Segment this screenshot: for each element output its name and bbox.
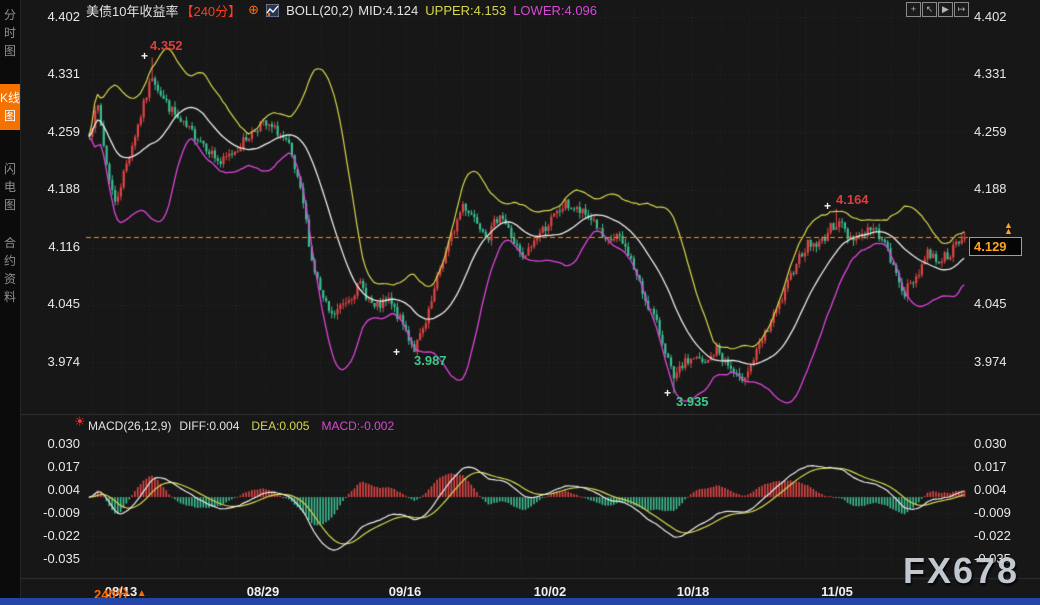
price-tick-right: 3.974 [974,354,1032,369]
boll-upper-value: UPPER:4.153 [425,3,506,18]
swing-low-annotation: 3.987 [414,353,447,368]
macd-tick-left: 0.017 [22,459,80,474]
price-tick-right: 4.045 [974,296,1032,311]
swing-high-annotation: 4.352 [150,38,183,53]
chart-header: 美债10年收益率 【240分】 ⊕ BOLL(20,2) MID:4.124 U… [86,2,597,18]
macd-tick-left: 0.004 [22,482,80,497]
boll-mid-value: MID:4.124 [358,3,418,18]
sidebar-item-kline-chart[interactable]: K线图 [0,84,20,130]
boll-indicator-label: BOLL(20,2) [286,3,353,18]
bottom-accent-bar [0,598,1040,605]
macd-indicator-label: MACD(26,12,9) [88,419,171,433]
price-tick-left: 4.259 [22,124,80,139]
macd-tick-right: 0.004 [974,482,1032,497]
swing-cross-marker: + [393,347,400,357]
fx678-watermark: FX678 [903,550,1019,592]
price-tick-right: 4.188 [974,181,1032,196]
instrument-title: 美债10年收益率 [86,1,178,20]
zoom-area-icon[interactable]: ↖ [922,2,937,17]
price-tick-right: 4.331 [974,66,1032,81]
period-tag: 【240分】 [180,1,241,20]
price-tick-left: 4.116 [22,239,80,254]
price-chart-canvas[interactable] [0,0,1040,605]
macd-tick-right: -0.022 [974,528,1032,543]
add-indicator-icon[interactable]: ⊕ [248,2,259,18]
sidebar-item-timeshare-chart[interactable]: 分时图 [0,6,20,60]
swing-cross-marker: + [141,51,148,61]
sidebar-item-lightning-chart[interactable]: 闪电图 [0,160,20,214]
price-tick-right: 4.259 [974,124,1032,139]
grid-layout-icon[interactable]: + [906,2,921,17]
macd-value: MACD:-0.002 [321,419,394,433]
price-tick-left: 3.974 [22,354,80,369]
swing-low-annotation: 3.935 [676,394,709,409]
macd-header: MACD(26,12,9) DIFF:0.004 DEA:0.005 MACD:… [88,419,394,433]
boll-lower-value: LOWER:4.096 [513,3,597,18]
price-tick-right: 4.402 [974,9,1032,24]
sidebar-item-contract-info[interactable]: 合约资料 [0,234,20,306]
macd-tick-right: 0.030 [974,436,1032,451]
price-tick-left: 4.045 [22,296,80,311]
date-tick: 11/05 [821,584,853,599]
price-tick-left: 4.402 [22,9,80,24]
macd-tick-right: 0.017 [974,459,1032,474]
swing-cross-marker: + [664,388,671,398]
chart-type-icon[interactable] [266,4,279,17]
current-price-tag: 4.129 [969,237,1022,256]
swing-high-annotation: 4.164 [836,192,869,207]
macd-tick-left: -0.035 [22,551,80,566]
macd-tick-left: 0.030 [22,436,80,451]
macd-tick-left: -0.009 [22,505,80,520]
pop-out-icon[interactable]: ↦ [954,2,969,17]
macd-tick-left: -0.022 [22,528,80,543]
price-up-arrows-icon: ▲▲ [1004,222,1013,234]
macd-tick-right: -0.009 [974,505,1032,520]
price-tick-left: 4.188 [22,181,80,196]
date-tick: 09/16 [389,584,422,599]
swing-cross-marker: + [824,201,831,211]
date-tick: 10/18 [677,584,710,599]
alert-flash-icon[interactable]: ☀ [74,414,86,430]
play-forward-icon[interactable]: ▶ [938,2,953,17]
macd-diff-value: DIFF:0.004 [179,419,239,433]
date-tick: 10/02 [534,584,567,599]
date-tick: 08/29 [247,584,280,599]
macd-dea-value: DEA:0.005 [251,419,309,433]
price-tick-left: 4.331 [22,66,80,81]
chart-type-sidebar: 分时图 K线图 闪电图 合约资料 [0,0,21,605]
charting-app-window: 分时图 K线图 闪电图 合约资料 美债10年收益率 【240分】 ⊕ BOLL(… [0,0,1040,605]
